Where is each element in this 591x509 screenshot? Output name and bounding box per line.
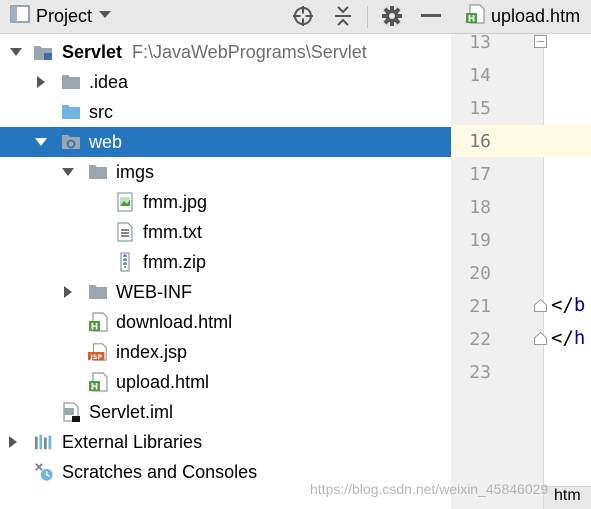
watermark: https://blog.csdn.net/weixin_45846029 — [310, 481, 549, 497]
svg-text:H: H — [91, 383, 99, 393]
chevron-right-icon[interactable] — [34, 75, 48, 89]
code-bracket: </ — [551, 327, 574, 349]
html-file-icon: H — [88, 312, 108, 332]
line-number: 21 — [469, 296, 491, 317]
panel-header: Project — [0, 0, 451, 34]
tree-item-label: fmm.jpg — [143, 191, 208, 212]
folder-icon — [88, 282, 108, 302]
code-line-21: </b — [551, 294, 585, 316]
tree-item-upload-html[interactable]: H upload.html — [0, 367, 451, 397]
code-tag: h — [573, 327, 586, 349]
line-number: 23 — [469, 362, 491, 383]
code-line-22: </h — [551, 327, 585, 349]
editor-tab-upload-html[interactable]: H upload.htm — [465, 3, 581, 29]
tree-item-fmm-jpg[interactable]: fmm.jpg — [0, 187, 451, 217]
html-file-icon: H — [88, 372, 108, 392]
line-number: 13 — [469, 32, 491, 53]
line-number: 20 — [469, 263, 491, 284]
image-file-icon — [115, 192, 135, 212]
editor-tab-label: upload.htm — [491, 5, 581, 26]
editor-tab-bar: H upload.htm — [451, 0, 591, 34]
line-number: 14 — [469, 65, 491, 86]
line-number: 22 — [469, 329, 491, 350]
tree-item-label: upload.html — [116, 371, 210, 392]
line-number: 19 — [469, 230, 491, 251]
chevron-right-icon[interactable] — [6, 435, 20, 449]
panel-title: Project — [36, 5, 93, 26]
tree-item-label: fmm.txt — [143, 221, 202, 242]
scratches-icon — [34, 462, 54, 482]
tree-item-download-html[interactable]: H download.html — [0, 307, 451, 337]
tree-item-label: Servlet — [62, 41, 123, 62]
svg-text:JSP: JSP — [89, 354, 102, 361]
gear-icon[interactable] — [379, 4, 405, 28]
tree-item-imgs[interactable]: imgs — [0, 157, 451, 187]
line-number: 16 — [469, 131, 491, 152]
project-panel: Project Servlet F:\JavaWebPrograms\Servl… — [0, 0, 451, 509]
code-area[interactable] — [544, 34, 591, 509]
tree-item-label: External Libraries — [62, 431, 203, 452]
chevron-right-icon[interactable] — [61, 285, 75, 299]
bottom-breadcrumb-tab[interactable]: htm — [544, 486, 591, 509]
code-tag: b — [573, 294, 586, 316]
fold-end-marker-icon[interactable] — [534, 332, 547, 345]
folder-icon — [88, 162, 108, 182]
module-folder-icon — [33, 42, 53, 62]
tree-item-index-jsp[interactable]: JSP index.jsp — [0, 337, 451, 367]
tree-item-idea[interactable]: .idea — [0, 67, 451, 97]
tree-item-label: .idea — [89, 71, 129, 92]
folder-icon — [61, 72, 81, 92]
locate-icon[interactable] — [290, 4, 316, 28]
tree-item-src[interactable]: src — [0, 97, 451, 127]
chevron-down-icon — [98, 7, 112, 25]
project-view-selector[interactable]: Project — [10, 4, 112, 28]
tree-item-fmm-txt[interactable]: fmm.txt — [0, 217, 451, 247]
chevron-down-icon[interactable] — [9, 45, 23, 59]
tree-item-label: fmm.zip — [143, 251, 206, 272]
libraries-icon — [34, 432, 54, 452]
tree-item-label: imgs — [116, 161, 155, 182]
tree-item-servlet-iml[interactable]: Servlet.iml — [0, 397, 451, 427]
tree-item-web[interactable]: web — [0, 127, 451, 157]
tree-item-label: Scratches and Consoles — [62, 461, 258, 482]
svg-text:H: H — [468, 14, 476, 24]
tree-item-label: Servlet.iml — [89, 401, 174, 422]
fold-end-marker-icon[interactable] — [534, 299, 547, 312]
chevron-down-icon[interactable] — [61, 165, 75, 179]
tree-item-fmm-zip[interactable]: fmm.zip — [0, 247, 451, 277]
archive-file-icon — [115, 252, 135, 272]
tree-item-label: src — [89, 101, 113, 122]
jsp-file-icon: JSP — [88, 342, 108, 362]
html-file-icon: H — [465, 3, 485, 29]
line-number: 15 — [469, 98, 491, 119]
web-folder-icon — [61, 132, 81, 152]
tree-item-web-inf[interactable]: WEB-INF — [0, 277, 451, 307]
tree-item-label: index.jsp — [116, 341, 188, 362]
svg-text:H: H — [91, 323, 99, 333]
fold-marker-icon[interactable] — [534, 35, 547, 48]
tree-item-servlet[interactable]: Servlet F:\JavaWebPrograms\Servlet — [0, 37, 451, 67]
iml-file-icon — [61, 402, 81, 422]
code-bracket: </ — [551, 294, 574, 316]
chevron-down-icon[interactable] — [34, 135, 48, 149]
collapse-all-icon[interactable] — [330, 4, 356, 28]
module-path: F:\JavaWebPrograms\Servlet — [132, 41, 367, 62]
project-view-icon — [10, 4, 30, 28]
tree-item-label: WEB-INF — [116, 281, 192, 302]
source-folder-icon — [61, 102, 81, 122]
header-divider — [367, 6, 368, 28]
minimize-icon[interactable] — [419, 4, 443, 28]
line-number: 18 — [469, 197, 491, 218]
text-file-icon — [115, 222, 135, 242]
tree-item-external-libraries[interactable]: External Libraries — [0, 427, 451, 457]
line-number: 17 — [469, 164, 491, 185]
tree-item-label: download.html — [116, 311, 233, 332]
tree-item-label: web — [89, 131, 123, 152]
